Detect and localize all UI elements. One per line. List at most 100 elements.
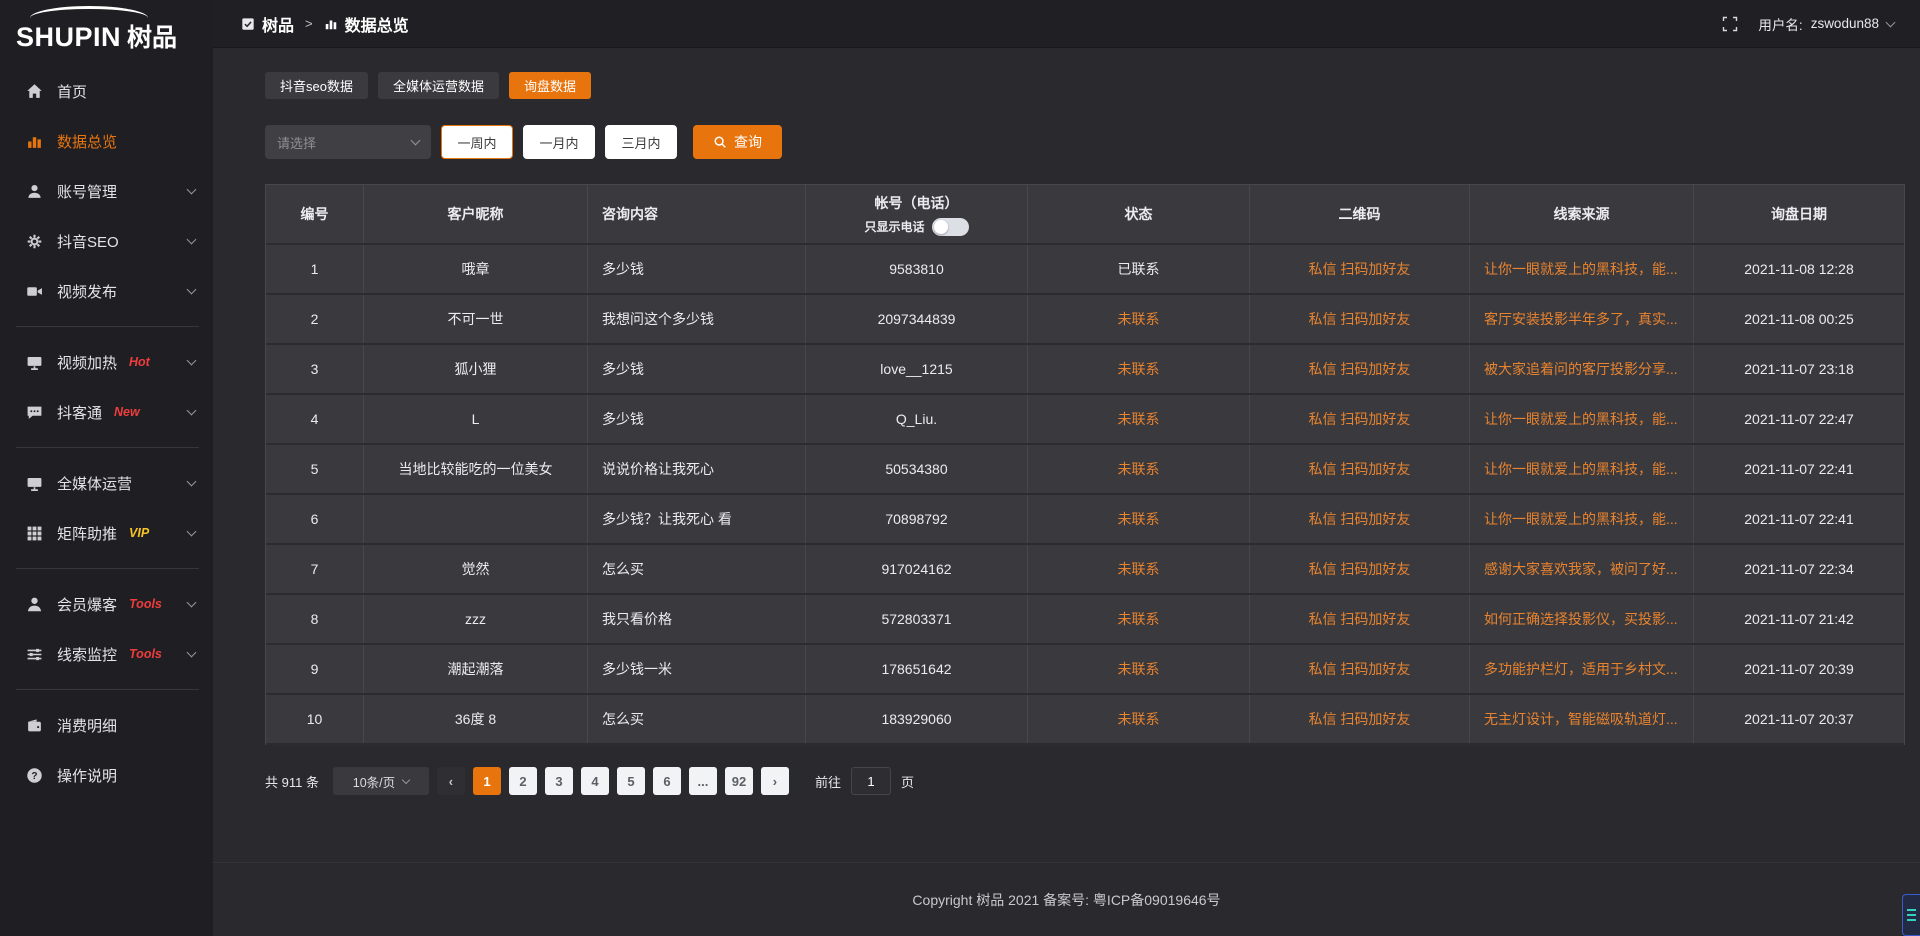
- video-icon: [26, 283, 43, 300]
- source-link[interactable]: 让你一眼就爱上的黑科技，能...: [1470, 395, 1694, 443]
- monitor-icon: [26, 475, 43, 492]
- source-link[interactable]: 感谢大家喜欢我家，被问了好...: [1470, 545, 1694, 593]
- range-button-group: 一周内一月内三月内: [431, 125, 677, 159]
- range-one-month[interactable]: 一月内: [523, 125, 595, 159]
- sidebar-item-clue-monitor[interactable]: 线索监控Tools: [0, 629, 213, 679]
- source-link[interactable]: 如何正确选择投影仪，买投影...: [1470, 595, 1694, 643]
- sidebar-item-video-heat[interactable]: 视频加热Hot: [0, 337, 213, 387]
- row-account: 2097344839: [806, 295, 1028, 343]
- sidebar-item-member-burst[interactable]: 会员爆客Tools: [0, 579, 213, 629]
- source-link[interactable]: 让你一眼就爱上的黑科技，能...: [1470, 445, 1694, 493]
- search-button-label: 查询: [734, 132, 762, 152]
- page-size-select[interactable]: 10条/页: [333, 767, 429, 795]
- qrcode-link[interactable]: 私信 扫码加好友: [1250, 395, 1470, 443]
- filter-select-placeholder: 请选择: [277, 133, 316, 152]
- qrcode-link[interactable]: 私信 扫码加好友: [1250, 545, 1470, 593]
- qrcode-link[interactable]: 私信 扫码加好友: [1250, 345, 1470, 393]
- tab-inquiry-data[interactable]: 询盘数据: [509, 72, 591, 99]
- tab-media-operation-data[interactable]: 全媒体运营数据: [378, 72, 499, 99]
- source-link[interactable]: 让你一眼就爱上的黑科技，能...: [1470, 495, 1694, 543]
- goto-page-input[interactable]: [851, 767, 891, 795]
- col-status: 状态: [1028, 185, 1250, 243]
- qrcode-link[interactable]: 私信 扫码加好友: [1250, 495, 1470, 543]
- page-2[interactable]: 2: [509, 767, 537, 795]
- table-row: 1036度 8怎么买183929060未联系私信 扫码加好友无主灯设计，智能磁吸…: [266, 695, 1904, 745]
- sidebar-item-label: 首页: [57, 81, 87, 102]
- status-badge: 未联系: [1028, 595, 1250, 643]
- range-one-week[interactable]: 一周内: [441, 125, 513, 159]
- main-column: 树品 > 数据总览 用户名: zswodun88 抖音seo数据全媒体运营数据询…: [213, 0, 1920, 936]
- qrcode-link[interactable]: 私信 扫码加好友: [1250, 645, 1470, 693]
- col-nickname: 客户昵称: [364, 185, 588, 243]
- next-page-button[interactable]: ›: [761, 767, 789, 795]
- breadcrumb-separator: >: [305, 16, 313, 31]
- gear-icon: [26, 233, 43, 250]
- page-3[interactable]: 3: [545, 767, 573, 795]
- row-nickname: 哦章: [364, 245, 588, 293]
- filter-select[interactable]: 请选择: [265, 125, 431, 159]
- page-5[interactable]: 5: [617, 767, 645, 795]
- sidebar-item-data-overview[interactable]: 数据总览: [0, 116, 213, 166]
- table-row: 8zzz我只看价格572803371未联系私信 扫码加好友如何正确选择投影仪，买…: [266, 595, 1904, 645]
- status-badge: 未联系: [1028, 645, 1250, 693]
- user-menu[interactable]: 用户名: zswodun88: [1758, 14, 1894, 34]
- phone-only-toggle[interactable]: [932, 218, 969, 236]
- sidebar-item-video-publish[interactable]: 视频发布: [0, 266, 213, 316]
- source-link[interactable]: 让你一眼就爱上的黑科技，能...: [1470, 245, 1694, 293]
- page-ellipsis[interactable]: ...: [689, 767, 717, 795]
- sidebar-item-label: 会员爆客: [57, 594, 117, 615]
- status-badge: 未联系: [1028, 395, 1250, 443]
- sidebar-item-label: 消费明细: [57, 715, 117, 736]
- qrcode-link[interactable]: 私信 扫码加好友: [1250, 595, 1470, 643]
- sidebar-item-media-operation[interactable]: 全媒体运营: [0, 458, 213, 508]
- fullscreen-icon[interactable]: [1722, 16, 1738, 32]
- pagination: 共 911 条 10条/页 ‹ 123456...92 › 前往 页: [265, 767, 1905, 795]
- source-link[interactable]: 无主灯设计，智能磁吸轨道灯...: [1470, 695, 1694, 743]
- qrcode-link[interactable]: 私信 扫码加好友: [1250, 295, 1470, 343]
- page-92[interactable]: 92: [725, 767, 753, 795]
- qrcode-link[interactable]: 私信 扫码加好友: [1250, 245, 1470, 293]
- tab-douyin-seo-data[interactable]: 抖音seo数据: [265, 72, 368, 99]
- sidebar-item-account-management[interactable]: 账号管理: [0, 166, 213, 216]
- sidebar-item-home[interactable]: 首页: [0, 66, 213, 116]
- member-icon: [26, 596, 43, 613]
- row-date: 2021-11-07 22:47: [1694, 395, 1904, 443]
- status-badge: 未联系: [1028, 445, 1250, 493]
- qrcode-link[interactable]: 私信 扫码加好友: [1250, 695, 1470, 743]
- sidebar-item-douyin-seo[interactable]: 抖音SEO: [0, 216, 213, 266]
- inquiry-table: 编号 客户昵称 咨询内容 帐号（电话） 只显示电话 状态 二维码 线索来源 询盘…: [265, 184, 1905, 745]
- grid-icon: [26, 525, 43, 542]
- logo-text-en: SHUPIN: [16, 22, 121, 53]
- logo[interactable]: SHUPIN 树品: [0, 0, 213, 56]
- table-row: 6多少钱？让我死心 看70898792未联系私信 扫码加好友让你一眼就爱上的黑科…: [266, 495, 1904, 545]
- footer: Copyright 树品 2021 备案号: 粤ICP备09019646号: [213, 862, 1920, 936]
- table-header-row: 编号 客户昵称 咨询内容 帐号（电话） 只显示电话 状态 二维码 线索来源 询盘…: [266, 185, 1904, 245]
- sidebar-item-consumption-detail[interactable]: 消费明细: [0, 700, 213, 750]
- sidebar: SHUPIN 树品 首页数据总览账号管理抖音SEO视频发布视频加热Hot抖客通N…: [0, 0, 213, 936]
- sidebar-item-matrix-boost[interactable]: 矩阵助推VIP: [0, 508, 213, 558]
- phone-toggle-row: 只显示电话: [864, 218, 968, 236]
- breadcrumb-root[interactable]: 树品: [262, 12, 294, 36]
- row-nickname: zzz: [364, 595, 588, 643]
- row-account: 178651642: [806, 645, 1028, 693]
- status-badge: 已联系: [1028, 245, 1250, 293]
- floating-widget[interactable]: [1902, 894, 1920, 936]
- sidebar-item-operation-guide[interactable]: ?操作说明: [0, 750, 213, 800]
- chevron-down-icon: [187, 356, 197, 366]
- row-nickname: 当地比较能吃的一位美女: [364, 445, 588, 493]
- row-account: 9583810: [806, 245, 1028, 293]
- sidebar-item-label: 全媒体运营: [57, 473, 132, 494]
- page-6[interactable]: 6: [653, 767, 681, 795]
- row-id: 8: [266, 595, 364, 643]
- user-icon: [26, 183, 43, 200]
- page-1[interactable]: 1: [473, 767, 501, 795]
- source-link[interactable]: 多功能护栏灯，适用于乡村文...: [1470, 645, 1694, 693]
- search-button[interactable]: 查询: [693, 125, 782, 159]
- page-4[interactable]: 4: [581, 767, 609, 795]
- source-link[interactable]: 被大家追着问的客厅投影分享...: [1470, 345, 1694, 393]
- range-three-months[interactable]: 三月内: [605, 125, 677, 159]
- sidebar-item-douketong[interactable]: 抖客通New: [0, 387, 213, 437]
- source-link[interactable]: 客厅安装投影半年多了，真实...: [1470, 295, 1694, 343]
- qrcode-link[interactable]: 私信 扫码加好友: [1250, 445, 1470, 493]
- prev-page-button[interactable]: ‹: [437, 767, 465, 795]
